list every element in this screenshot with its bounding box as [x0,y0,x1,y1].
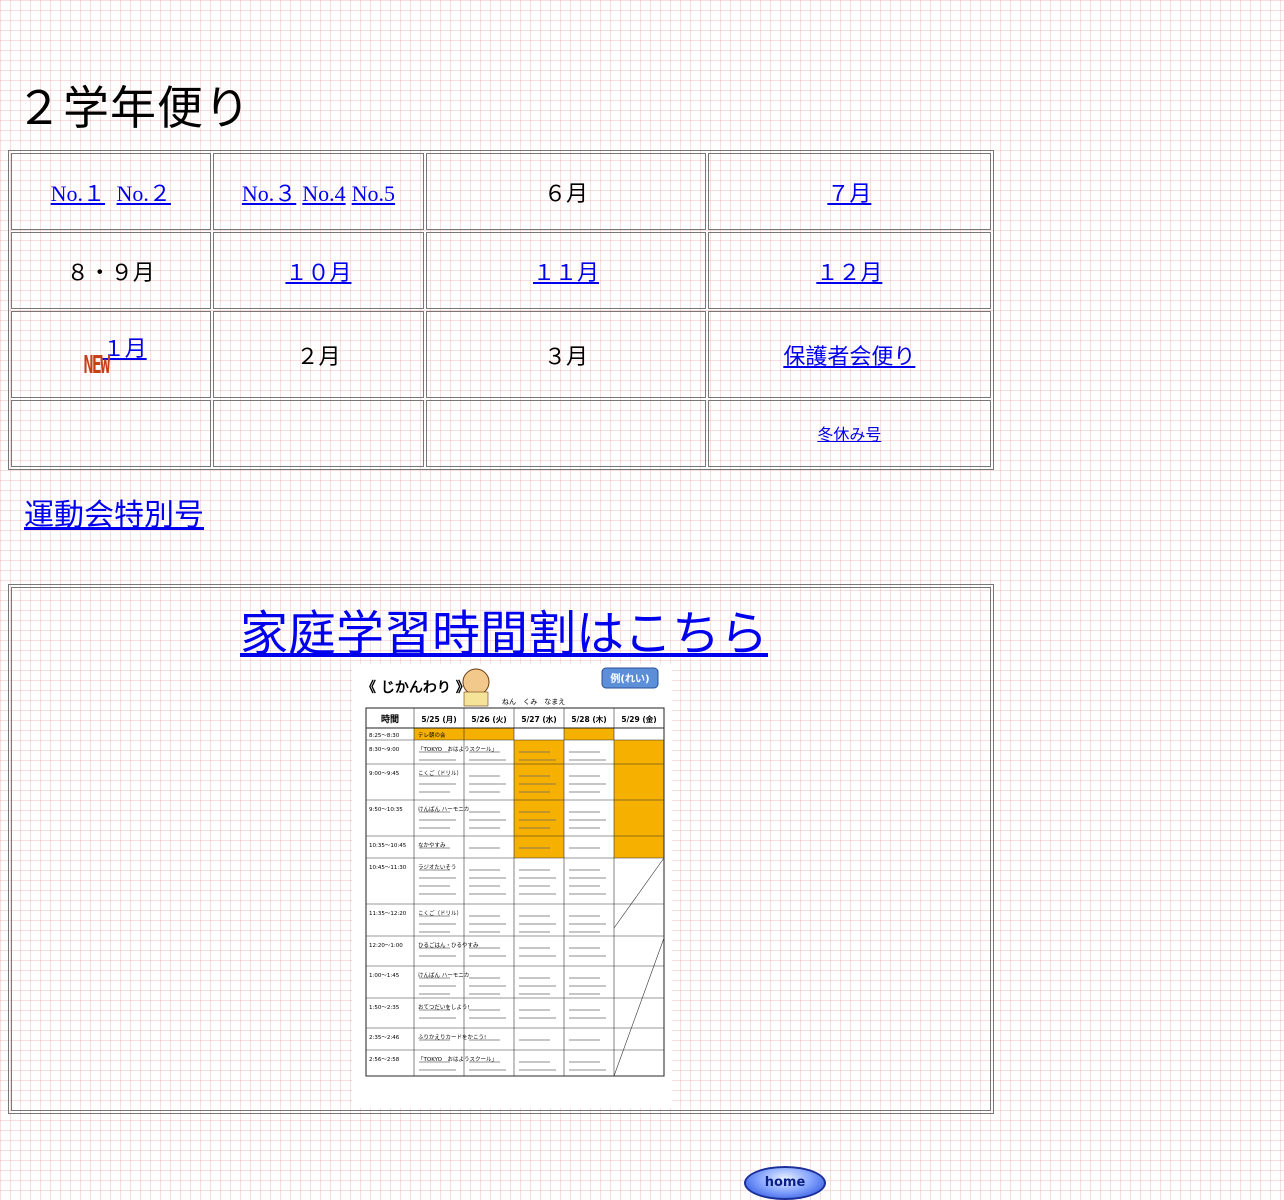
sports-day-special-link[interactable]: 運動会特別号 [24,490,204,534]
row-time: 1:50〜2:35 [369,1005,400,1011]
timetable-thumbnail-image[interactable]: 《 じかんわり 》 例(れい) ねん くみ なまえ 時間 5/25 (月) 5/26… [352,664,672,1108]
name-line: ねん くみ なまえ [502,698,565,706]
issue-link-no2[interactable]: No.２ [117,181,171,206]
row-activity: なかやすみ [418,841,446,849]
issue-link-december[interactable]: １２月 [816,261,882,286]
issues-table: No.１ No.２ No.３ No.4 No.5 ６月 ７月 ８・９月 １０月 １１… [8,150,994,470]
issue-link-no1[interactable]: No.１ [51,181,105,206]
issues-row: ８・９月 １０月 １１月 １２月 [11,232,991,309]
row-activity: けんばん ハーモニカ [418,805,469,813]
issues-cell-empty [426,400,706,467]
time-header: 時間 [381,713,399,725]
new-badge-icon: NEW [83,351,110,380]
issues-cell-empty [212,400,425,467]
issues-row: 冬休み号 [11,400,991,467]
row-time: 1:00〜1:45 [369,973,400,979]
row-activity: ひるごはん・ひるやすみ [418,941,479,949]
issues-cell: ７月 [707,153,991,230]
highlight-cell [514,740,564,858]
row-activity: ラジオたいそう [418,864,456,871]
home-study-schedule-link[interactable]: 家庭学習時間割はこちら [240,594,768,664]
issue-link-january[interactable]: １月 [103,337,147,362]
issue-link-july[interactable]: ７月 [827,182,871,207]
issues-row: No.１ No.２ No.３ No.4 No.5 ６月 ７月 [11,153,991,230]
row-time: 8:25〜8:30 [369,733,400,739]
row-time: 2:56〜2:58 [369,1057,400,1063]
row-activity: 「TOKYO おはようスクール」 [418,1056,497,1063]
issue-label-aug-sep: ８・９月 [66,260,155,286]
row-activity: おてつだいをしよう! [418,1004,470,1011]
issue-link-no3[interactable]: No.３ [242,181,296,206]
issues-cell-empty [11,400,211,467]
issues-cell: 保護者会便り [707,311,991,398]
issues-cell: ２月 [212,311,425,398]
issue-label-february: ２月 [296,344,341,370]
issue-link-no4[interactable]: No.4 [302,181,345,206]
row-time: 10:35〜10:45 [369,843,407,849]
day-header: 5/27 (水) [521,714,556,724]
row-time: 12:20〜1:00 [369,943,403,949]
row-activity: こくご（ドリル） [418,769,462,777]
day-header: 5/28 (木) [571,714,606,724]
issues-cell: ３月 [426,311,706,398]
issue-link-no5[interactable]: No.5 [352,181,395,206]
issues-cell: １２月 [707,232,991,309]
day-header: 5/25 (月) [421,715,456,724]
row-time: 2:35〜2:46 [369,1035,400,1041]
issue-link-october[interactable]: １０月 [285,261,351,286]
row-time: 9:50〜10:35 [369,807,403,813]
issue-link-november[interactable]: １１月 [533,261,599,286]
issues-cell: NEW１月 [11,311,211,398]
issue-link-winter-break[interactable]: 冬休み号 [817,425,881,444]
row-activity: テレ朝の会 [418,731,446,739]
day-header: 5/29 (金) [621,714,656,724]
row-activity: ふりかえりカードをかこう! [418,1034,486,1041]
home-button[interactable]: home [744,1166,826,1200]
issues-row: NEW１月 ２月 ３月 保護者会便り [11,311,991,398]
issue-link-parents-meeting[interactable]: 保護者会便り [783,345,915,370]
header-bar [564,728,614,740]
issues-cell: No.３ No.4 No.5 [212,153,425,230]
issues-cell: ６月 [426,153,706,230]
row-activity: 「TOKYO おはようスクール」 [418,746,497,753]
home-study-schedule-box: 家庭学習時間割はこちら 《 じかんわり 》 例(れい) ねん くみ なまえ 時間… [8,584,994,1114]
row-activity: こくご（ドリル） [418,909,462,917]
issues-cell: １０月 [212,232,425,309]
row-time: 9:00〜9:45 [369,771,400,777]
issues-cell: 冬休み号 [707,400,991,467]
row-time: 10:45〜11:30 [369,865,407,871]
issues-cell: ８・９月 [11,232,211,309]
page-title: ２学年便り [16,81,251,135]
example-badge-label: 例(れい) [610,672,649,685]
girl-illustration-icon [462,668,490,696]
highlight-cell [614,740,664,858]
issues-cell: No.１ No.２ [11,153,211,230]
home-study-schedule-inner: 家庭学習時間割はこちら 《 じかんわり 》 例(れい) ねん くみ なまえ 時間… [11,587,991,1111]
row-activity: けんばん ハーモニカ [418,971,469,979]
row-time: 8:30〜9:00 [369,747,400,753]
row-time: 11:35〜12:20 [369,911,407,917]
thumbnail-heading: 《 じかんわり 》 [362,680,470,696]
day-header: 5/26 (火) [471,715,506,724]
issues-cell: １１月 [426,232,706,309]
issue-label-june: ６月 [543,181,588,207]
issue-label-march: ３月 [543,344,588,370]
girl-illustration-body-icon [463,691,489,707]
